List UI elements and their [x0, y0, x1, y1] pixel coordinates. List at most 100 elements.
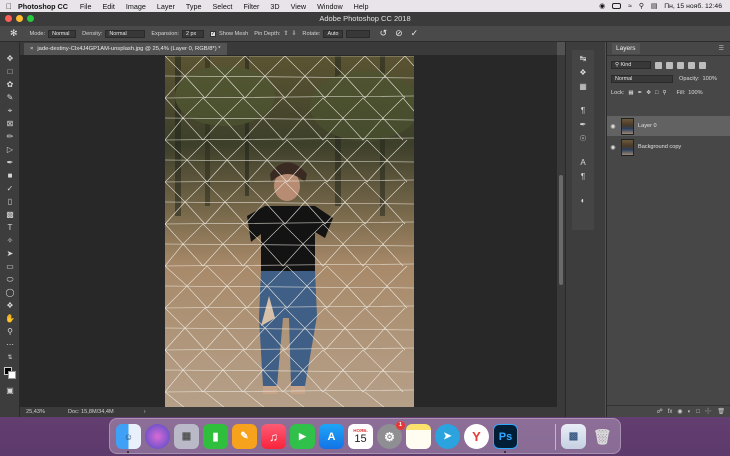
- puppet-warp-tool-icon[interactable]: ✻: [10, 28, 18, 39]
- canvas-area[interactable]: [20, 55, 557, 407]
- filter-smart-object-icon[interactable]: [699, 61, 706, 69]
- document-tab[interactable]: × jade-destiny-CIx4J4GP1AM-unsplash.jpg …: [24, 43, 227, 55]
- canvas-vertical-scrollbar[interactable]: [557, 55, 565, 407]
- zoom-tool-icon[interactable]: ⚲: [5, 327, 15, 337]
- add-mask-icon[interactable]: ◉: [677, 408, 682, 415]
- quick-mask-icon[interactable]: ▣: [5, 386, 15, 396]
- brush-tool-icon[interactable]: ✒: [5, 158, 15, 168]
- calendar-icon[interactable]: НОЯБ. 15: [348, 424, 373, 449]
- lock-position-icon[interactable]: ✥: [646, 90, 651, 96]
- more-tools-icon[interactable]: ⋯: [5, 340, 15, 350]
- swatches-panel-icon[interactable]: ❖: [577, 68, 589, 78]
- move-tool-icon[interactable]: ✥: [5, 54, 15, 64]
- history-panel-icon[interactable]: ↹: [577, 54, 589, 64]
- fill-value[interactable]: 100%: [688, 90, 702, 96]
- launchpad-icon[interactable]: ▦: [174, 424, 199, 449]
- adjustments-panel-icon[interactable]: ◐: [577, 196, 589, 206]
- ellipse-tool-icon[interactable]: ⬭: [5, 275, 15, 285]
- filter-adjustment-icon[interactable]: [666, 61, 673, 69]
- wifi-icon[interactable]: ≈: [628, 3, 632, 10]
- menu-filter[interactable]: Filter: [243, 2, 259, 11]
- preview-icon[interactable]: ▩: [561, 424, 586, 449]
- commit-warp-icon[interactable]: ✓: [411, 28, 419, 39]
- blend-mode-select[interactable]: Normal: [611, 75, 673, 83]
- marquee-tool-icon[interactable]: □: [5, 67, 15, 77]
- cancel-warp-icon[interactable]: ⊘: [395, 28, 403, 39]
- lock-all-icon[interactable]: ⚲: [662, 90, 666, 96]
- spotlight-icon[interactable]: ⚲: [639, 2, 644, 10]
- music-icon[interactable]: ♫: [261, 424, 286, 449]
- pen-tool-icon[interactable]: ✧: [5, 236, 15, 246]
- lock-transparency-icon[interactable]: ▦: [628, 90, 633, 96]
- photo-with-puppet-mesh[interactable]: [165, 56, 414, 407]
- status-menu-arrow[interactable]: ›: [144, 409, 146, 415]
- gradient-tool-icon[interactable]: ▩: [5, 210, 15, 220]
- menu-select[interactable]: Select: [212, 2, 232, 11]
- filter-type-icon[interactable]: [677, 61, 684, 69]
- layer-name[interactable]: Background copy: [638, 144, 681, 150]
- menu-type[interactable]: Type: [186, 2, 202, 11]
- filter-pixel-icon[interactable]: [655, 61, 662, 69]
- menu-window[interactable]: Window: [317, 2, 343, 11]
- photoshop-icon[interactable]: Ps: [493, 424, 518, 449]
- finder-icon[interactable]: ☺: [116, 424, 141, 449]
- vertical-scroll-thumb[interactable]: [559, 175, 563, 285]
- creative-cloud-icon[interactable]: ◉: [599, 2, 605, 10]
- pages-icon[interactable]: ✎: [232, 424, 257, 449]
- appstore-icon[interactable]: A: [319, 424, 344, 449]
- density-select[interactable]: Normal: [105, 29, 146, 38]
- clone-source-panel-icon[interactable]: ☉: [577, 134, 589, 144]
- system-preferences-icon[interactable]: ⚙ 1: [377, 421, 405, 449]
- pin-backward-icon[interactable]: ⇩: [291, 30, 296, 37]
- trash-icon[interactable]: 🗑: [590, 424, 615, 449]
- adjustment-layer-icon[interactable]: ◐: [688, 409, 692, 415]
- lock-image-icon[interactable]: ✒: [638, 90, 643, 96]
- control-center-icon[interactable]: ▤: [651, 2, 657, 10]
- show-mesh-checkbox[interactable]: ✓: [210, 30, 216, 37]
- new-group-icon[interactable]: □: [696, 409, 700, 415]
- layer-row-layer-0[interactable]: ◉ Layer 0: [607, 116, 730, 136]
- delete-layer-icon[interactable]: 🗑: [717, 408, 725, 415]
- character-panel-icon[interactable]: A: [577, 158, 589, 168]
- path-select-tool-icon[interactable]: ➤: [5, 249, 15, 259]
- panel-menu-icon[interactable]: ☰: [719, 45, 724, 52]
- crop-tool-icon[interactable]: ⌖: [5, 106, 15, 116]
- visibility-eye-icon[interactable]: ◉: [607, 123, 619, 130]
- menu-app-name[interactable]: Photoshop CC: [18, 2, 68, 11]
- paragraph-panel-icon[interactable]: ¶: [577, 106, 589, 116]
- layer-style-icon[interactable]: fx: [668, 409, 673, 415]
- link-layers-icon[interactable]: ☍: [657, 408, 663, 415]
- lasso-tool-icon[interactable]: ✿: [5, 80, 15, 90]
- menu-help[interactable]: Help: [354, 2, 369, 11]
- 3d-tool-icon[interactable]: ❖: [5, 301, 15, 311]
- facetime-icon[interactable]: ▶: [290, 424, 315, 449]
- healing-brush-tool-icon[interactable]: ▷: [5, 145, 15, 155]
- layer-row-background-copy[interactable]: ◉ Background copy: [607, 137, 730, 157]
- battery-icon[interactable]: [612, 3, 622, 9]
- stamp-tool-icon[interactable]: ■: [5, 171, 15, 181]
- telegram-icon[interactable]: ➤: [435, 424, 460, 449]
- hand-tool-icon[interactable]: ✋: [5, 314, 15, 324]
- rectangle-tool-icon[interactable]: ▭: [5, 262, 15, 272]
- menu-image[interactable]: Image: [126, 2, 146, 11]
- rotate-angle-input[interactable]: [345, 29, 370, 38]
- layer-filter-kind-select[interactable]: ⚲ Kind: [611, 61, 651, 69]
- pin-forward-icon[interactable]: ⇧: [283, 30, 288, 37]
- mode-select[interactable]: Normal: [48, 29, 77, 38]
- yandex-icon[interactable]: Y: [464, 424, 489, 449]
- lock-artboard-icon[interactable]: □: [655, 90, 658, 96]
- eyedropper-tool-icon[interactable]: ✏: [5, 132, 15, 142]
- expansion-input[interactable]: 2 px: [182, 29, 204, 38]
- properties-panel-icon[interactable]: ▦: [577, 82, 589, 92]
- quick-select-tool-icon[interactable]: ✎: [5, 93, 15, 103]
- document-tab-close-icon[interactable]: ×: [30, 46, 33, 52]
- menu-3d[interactable]: 3D: [270, 2, 279, 11]
- rotate-select[interactable]: Auto: [323, 29, 343, 38]
- rotate-view-tool-icon[interactable]: ◯: [5, 288, 15, 298]
- layer-name[interactable]: Layer 0: [638, 123, 657, 129]
- numbers-icon[interactable]: ▮: [203, 424, 228, 449]
- swap-colors-icon[interactable]: ⇅: [5, 353, 15, 363]
- background-color-swatch[interactable]: [8, 371, 16, 379]
- frame-tool-icon[interactable]: ⊠: [5, 119, 15, 129]
- document-image[interactable]: [165, 56, 414, 407]
